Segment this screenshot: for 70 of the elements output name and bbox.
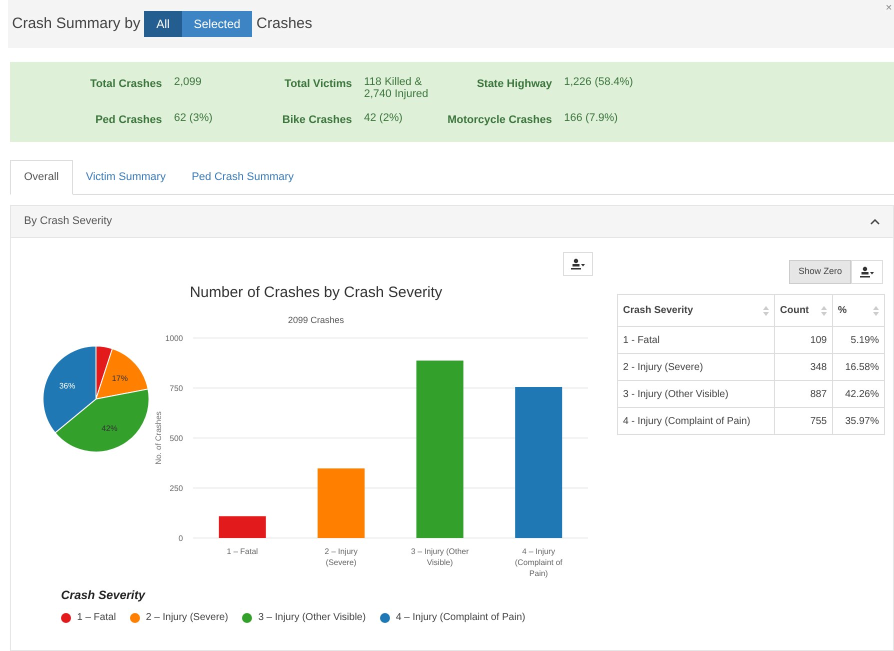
table-cell: 887 xyxy=(774,380,832,408)
tab[interactable]: Ped Crash Summary xyxy=(178,160,307,195)
table-cell: 755 xyxy=(774,408,832,434)
column-header-text: % xyxy=(838,304,847,318)
summary-label: State Highway xyxy=(476,76,553,92)
y-tick-label: 1000 xyxy=(165,334,183,343)
x-tick-label: 3 – Injury (Other Visible) xyxy=(410,547,469,567)
table-cell: 4 - Injury (Complaint of Pain) xyxy=(618,408,774,434)
x-tick-label: 2 – Injury (Severe) xyxy=(324,547,358,567)
summary-value: 2,099 xyxy=(174,76,203,90)
slice-label: 17% xyxy=(112,374,128,383)
table-cell: 35.97% xyxy=(832,408,884,434)
summary-label: Ped Crashes xyxy=(94,112,163,128)
summary-value: 118 Killed & 2,740 Injured xyxy=(364,76,430,100)
table-cell: 348 xyxy=(774,354,832,380)
toggle-button[interactable]: Selected xyxy=(182,11,252,37)
x-tick-label: 4 – Injury (Complaint of Pain) xyxy=(514,547,562,578)
sort-icon xyxy=(763,306,769,316)
summary-label: Total Crashes xyxy=(89,76,163,92)
table-cell: 42.26% xyxy=(832,380,884,408)
y-tick-label: 0 xyxy=(178,534,183,543)
chart-title: Number of Crashes by Crash Severity xyxy=(188,283,444,303)
y-tick-label: 500 xyxy=(170,434,183,443)
export-button[interactable] xyxy=(851,260,883,284)
toggle-button[interactable]: All xyxy=(144,11,182,37)
y-axis-label: No. of Crashes xyxy=(154,411,163,465)
title-text: Crashes xyxy=(256,14,312,34)
bar xyxy=(218,516,266,538)
legend-title: Crash Severity xyxy=(61,587,146,604)
chart-subtitle: 2099 Crashes xyxy=(286,314,346,327)
summary-value: 62 (3%) xyxy=(174,112,214,126)
y-tick-label: 750 xyxy=(170,384,183,393)
y-tick-label: 250 xyxy=(170,484,183,493)
download-icon xyxy=(571,258,585,270)
column-header-text: Count xyxy=(780,304,809,318)
column-header[interactable]: % xyxy=(832,294,884,326)
column-header-text: Crash Severity xyxy=(623,304,694,318)
x-tick-label: 1 – Fatal xyxy=(226,547,258,556)
chevron-up-icon xyxy=(870,218,880,225)
summary-label: Bike Crashes xyxy=(281,112,353,128)
export-button[interactable] xyxy=(563,252,593,276)
summary-value: 42 (2%) xyxy=(364,112,404,126)
slice-label: 36% xyxy=(59,381,76,390)
summary-value: 166 (7.9%) xyxy=(564,112,619,126)
download-icon xyxy=(860,266,874,278)
table-cell: 3 - Injury (Other Visible) xyxy=(618,380,774,408)
bar xyxy=(318,468,365,538)
summary-label: Total Victims xyxy=(284,76,353,92)
sort-icon xyxy=(873,306,879,316)
legend-label: 4 – Injury (Complaint of Pain) xyxy=(396,611,526,625)
legend-label: 2 – Injury (Severe) xyxy=(146,611,228,625)
summary-value: 1,226 (58.4%) xyxy=(564,76,634,90)
table-cell: 109 xyxy=(774,326,832,354)
legend-label: 3 – Injury (Other Visible) xyxy=(258,611,366,625)
column-header[interactable]: Crash Severity xyxy=(618,294,774,326)
slice-label: 42% xyxy=(102,424,118,433)
table-cell: 16.58% xyxy=(832,354,884,380)
table-cell: 2 - Injury (Severe) xyxy=(618,354,774,380)
sort-icon xyxy=(820,306,827,316)
table-cell: 5.19% xyxy=(832,326,884,354)
legend-label: 1 – Fatal xyxy=(77,611,116,625)
panel-title: By Crash Severity xyxy=(24,214,112,230)
show-zero-button[interactable]: Show Zero xyxy=(789,260,851,284)
panel-header[interactable]: By Crash Severity xyxy=(11,206,893,238)
column-header[interactable]: Count xyxy=(774,294,832,326)
tab[interactable]: Overall xyxy=(10,160,73,195)
tab[interactable]: Victim Summary xyxy=(72,160,179,195)
title-text: Crash Summary by xyxy=(12,14,140,34)
table-cell: 1 - Fatal xyxy=(618,326,774,354)
summary-label: Motorcycle Crashes xyxy=(446,112,553,128)
